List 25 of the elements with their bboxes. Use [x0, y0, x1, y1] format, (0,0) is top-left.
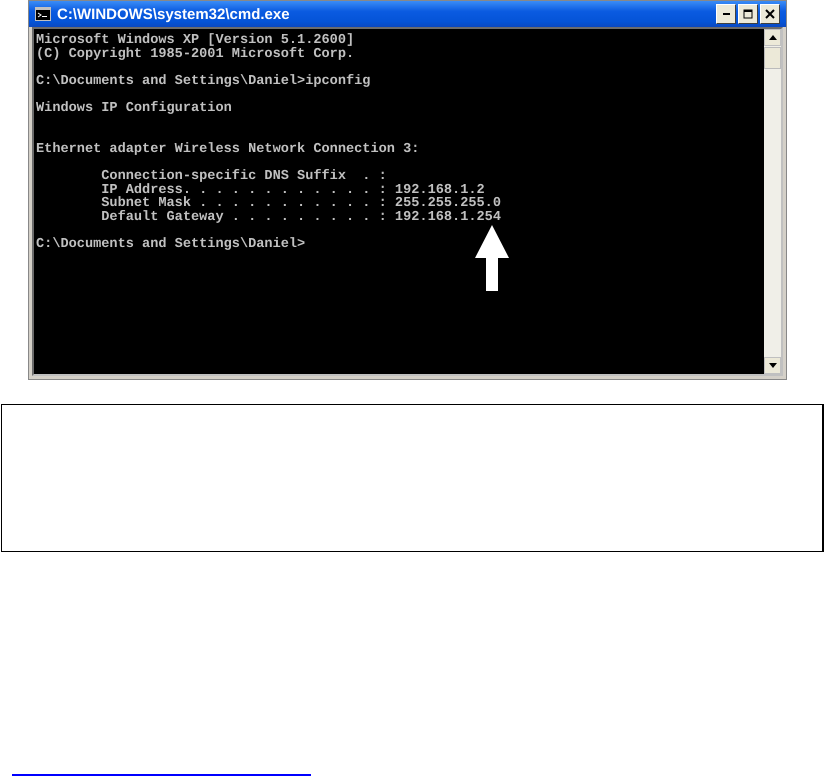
console-line: C:\Documents and Settings\Daniel>ipconfig: [36, 74, 372, 88]
minimize-button[interactable]: [716, 4, 736, 24]
console-line: Subnet Mask . . . . . . . . . . . : 255.255.255.0: [100, 197, 502, 211]
console-line: Default Gateway . . . . . . . . . : 192.168.1.254: [100, 210, 502, 224]
window-title: C:\WINDOWS\system32\cmd.exe: [57, 6, 291, 22]
scroll-thumb[interactable]: [764, 47, 781, 69]
minimize-icon: [722, 13, 730, 15]
close-icon: [765, 9, 775, 19]
console-line: IP Address. . . . . . . . . . . . : 192.168.1.2: [100, 184, 485, 198]
up-caret-icon: [768, 35, 776, 40]
scroll-up-button[interactable]: [764, 29, 781, 46]
console-line: (C) Copyright 1985-2001 Microsoft Corp.: [36, 48, 356, 62]
scroll-down-button[interactable]: [764, 357, 781, 374]
maximize-icon: [743, 9, 753, 19]
maximize-button[interactable]: [738, 4, 758, 24]
up-arrow: [475, 225, 509, 291]
console-line: Ethernet adapter Wireless Network Connection 3:: [36, 142, 420, 156]
console-line: Windows IP Configuration: [36, 102, 233, 116]
console-line: C:\Documents and Settings\Daniel>: [36, 238, 306, 252]
console-line: Connection-specific DNS Suffix . :: [100, 170, 388, 184]
console-line: Microsoft Windows XP [Version 5.1.2600]: [36, 34, 356, 48]
scrollbar[interactable]: [764, 29, 781, 374]
console-icon: [35, 7, 51, 21]
down-caret-icon: [768, 363, 776, 368]
close-button[interactable]: [760, 4, 780, 24]
